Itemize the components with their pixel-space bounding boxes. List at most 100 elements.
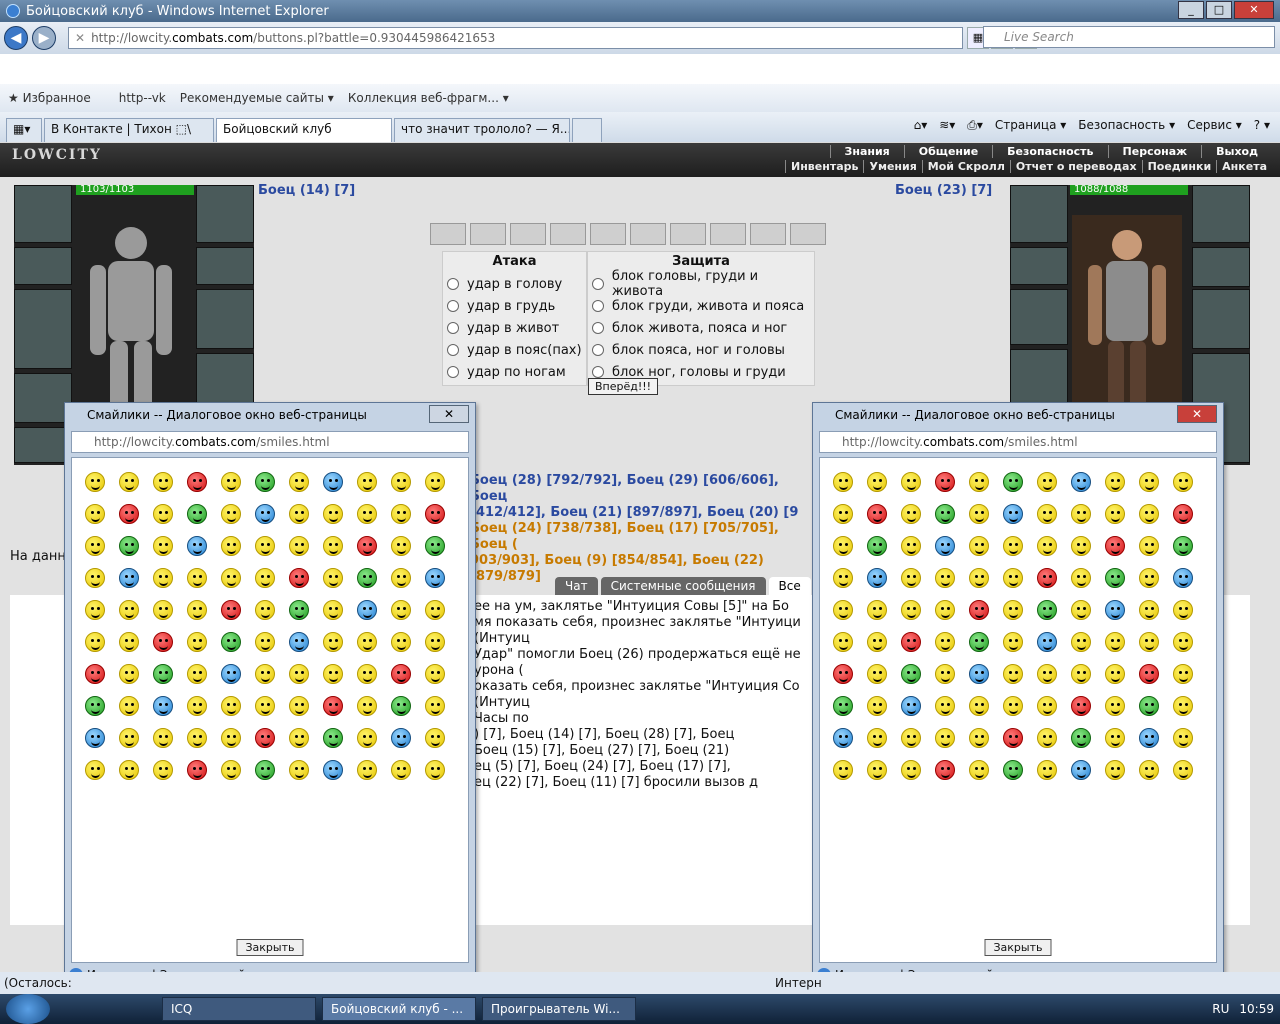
- smiley-icon[interactable]: [1105, 632, 1125, 652]
- minimize-button[interactable]: _: [1178, 1, 1204, 19]
- smiley-icon[interactable]: [153, 664, 173, 684]
- smiley-icon[interactable]: [119, 600, 139, 620]
- smiley-icon[interactable]: [867, 600, 887, 620]
- tab-system[interactable]: Системные сообщения: [600, 577, 766, 595]
- smiley-icon[interactable]: [323, 504, 343, 524]
- dialog-close-button[interactable]: Закрыть: [236, 939, 304, 956]
- smiley-icon[interactable]: [391, 568, 411, 588]
- smiley-icon[interactable]: [969, 664, 989, 684]
- tab-trololo[interactable]: что значит трололо? — Я...: [394, 118, 570, 142]
- smiley-icon[interactable]: [1071, 728, 1091, 748]
- attack-option[interactable]: удар по ногам: [447, 361, 582, 383]
- smiley-icon[interactable]: [935, 728, 955, 748]
- scroll-slot[interactable]: [510, 223, 546, 245]
- smiley-icon[interactable]: [1037, 632, 1057, 652]
- smiley-icon[interactable]: [221, 600, 241, 620]
- smiley-icon[interactable]: [969, 696, 989, 716]
- tab-combats[interactable]: Бойцовский клуб: [216, 118, 392, 142]
- smiley-icon[interactable]: [1173, 536, 1193, 556]
- smiley-icon[interactable]: [357, 504, 377, 524]
- smiley-icon[interactable]: [1173, 472, 1193, 492]
- smiley-icon[interactable]: [323, 472, 343, 492]
- smiley-icon[interactable]: [969, 472, 989, 492]
- scroll-slot[interactable]: [790, 223, 826, 245]
- smiley-icon[interactable]: [119, 472, 139, 492]
- smiley-icon[interactable]: [969, 728, 989, 748]
- smiley-icon[interactable]: [833, 568, 853, 588]
- smiley-icon[interactable]: [255, 760, 275, 780]
- smiley-icon[interactable]: [1105, 568, 1125, 588]
- smiley-icon[interactable]: [935, 568, 955, 588]
- smiley-icon[interactable]: [323, 696, 343, 716]
- smiley-icon[interactable]: [1105, 696, 1125, 716]
- smiley-icon[interactable]: [969, 504, 989, 524]
- smiley-icon[interactable]: [119, 664, 139, 684]
- print-icon[interactable]: ⎙▾: [967, 118, 983, 133]
- scroll-slot[interactable]: [630, 223, 666, 245]
- smiley-icon[interactable]: [1139, 664, 1159, 684]
- smiley-icon[interactable]: [1105, 728, 1125, 748]
- smiley-icon[interactable]: [187, 664, 207, 684]
- smiley-icon[interactable]: [1037, 664, 1057, 684]
- smiley-icon[interactable]: [867, 728, 887, 748]
- scroll-slot[interactable]: [670, 223, 706, 245]
- smiley-icon[interactable]: [833, 472, 853, 492]
- smiley-icon[interactable]: [1139, 568, 1159, 588]
- smiley-icon[interactable]: [323, 600, 343, 620]
- dialog-close-icon[interactable]: ✕: [1177, 405, 1217, 423]
- smiley-icon[interactable]: [255, 472, 275, 492]
- back-button[interactable]: ◀: [4, 26, 28, 50]
- smiley-icon[interactable]: [833, 504, 853, 524]
- smiley-icon[interactable]: [969, 760, 989, 780]
- smiley-icon[interactable]: [1173, 728, 1193, 748]
- smiley-icon[interactable]: [1037, 504, 1057, 524]
- smiley-icon[interactable]: [1139, 600, 1159, 620]
- menu-knowledge[interactable]: Знания: [829, 145, 904, 158]
- smiley-icon[interactable]: [969, 600, 989, 620]
- smiley-icon[interactable]: [153, 472, 173, 492]
- scroll-slot[interactable]: [750, 223, 786, 245]
- smiley-icon[interactable]: [1037, 760, 1057, 780]
- attack-option[interactable]: удар в живот: [447, 317, 582, 339]
- smiley-icon[interactable]: [391, 760, 411, 780]
- smiley-icon[interactable]: [289, 472, 309, 492]
- smiley-icon[interactable]: [221, 696, 241, 716]
- smiley-icon[interactable]: [187, 600, 207, 620]
- smiley-icon[interactable]: [289, 568, 309, 588]
- menu-battles[interactable]: Поединки: [1141, 160, 1217, 173]
- smiley-icon[interactable]: [289, 600, 309, 620]
- smiley-icon[interactable]: [1037, 568, 1057, 588]
- smiley-icon[interactable]: [221, 536, 241, 556]
- quick-tabs-icon[interactable]: ▦▾: [6, 118, 42, 142]
- smiley-icon[interactable]: [119, 696, 139, 716]
- smiley-icon[interactable]: [1139, 696, 1159, 716]
- smiley-icon[interactable]: [833, 664, 853, 684]
- close-button[interactable]: ✕: [1234, 1, 1274, 19]
- smiley-icon[interactable]: [1071, 664, 1091, 684]
- smiley-icon[interactable]: [1173, 632, 1193, 652]
- search-input[interactable]: Live Search: [983, 26, 1275, 48]
- smiley-icon[interactable]: [425, 664, 445, 684]
- smiley-icon[interactable]: [255, 536, 275, 556]
- r-gloves-slot[interactable]: [1192, 247, 1250, 287]
- smiley-icon[interactable]: [867, 568, 887, 588]
- smiley-icon[interactable]: [119, 760, 139, 780]
- smiley-icon[interactable]: [1071, 760, 1091, 780]
- cmd-tools[interactable]: Сервис ▾: [1187, 118, 1242, 133]
- smiley-icon[interactable]: [1173, 664, 1193, 684]
- smiley-icon[interactable]: [153, 696, 173, 716]
- smiley-icon[interactable]: [357, 696, 377, 716]
- smiley-icon[interactable]: [255, 632, 275, 652]
- smiley-icon[interactable]: [969, 536, 989, 556]
- smiley-icon[interactable]: [391, 664, 411, 684]
- smiley-icon[interactable]: [1105, 664, 1125, 684]
- smiley-icon[interactable]: [1105, 760, 1125, 780]
- smiley-icon[interactable]: [1071, 600, 1091, 620]
- smiley-icon[interactable]: [833, 632, 853, 652]
- smiley-icon[interactable]: [969, 632, 989, 652]
- smiley-icon[interactable]: [833, 536, 853, 556]
- home-icon[interactable]: ⌂▾: [914, 118, 928, 133]
- feeds-icon[interactable]: ≋▾: [939, 118, 955, 133]
- r-ring-slots[interactable]: [1192, 185, 1250, 243]
- smiley-icon[interactable]: [221, 504, 241, 524]
